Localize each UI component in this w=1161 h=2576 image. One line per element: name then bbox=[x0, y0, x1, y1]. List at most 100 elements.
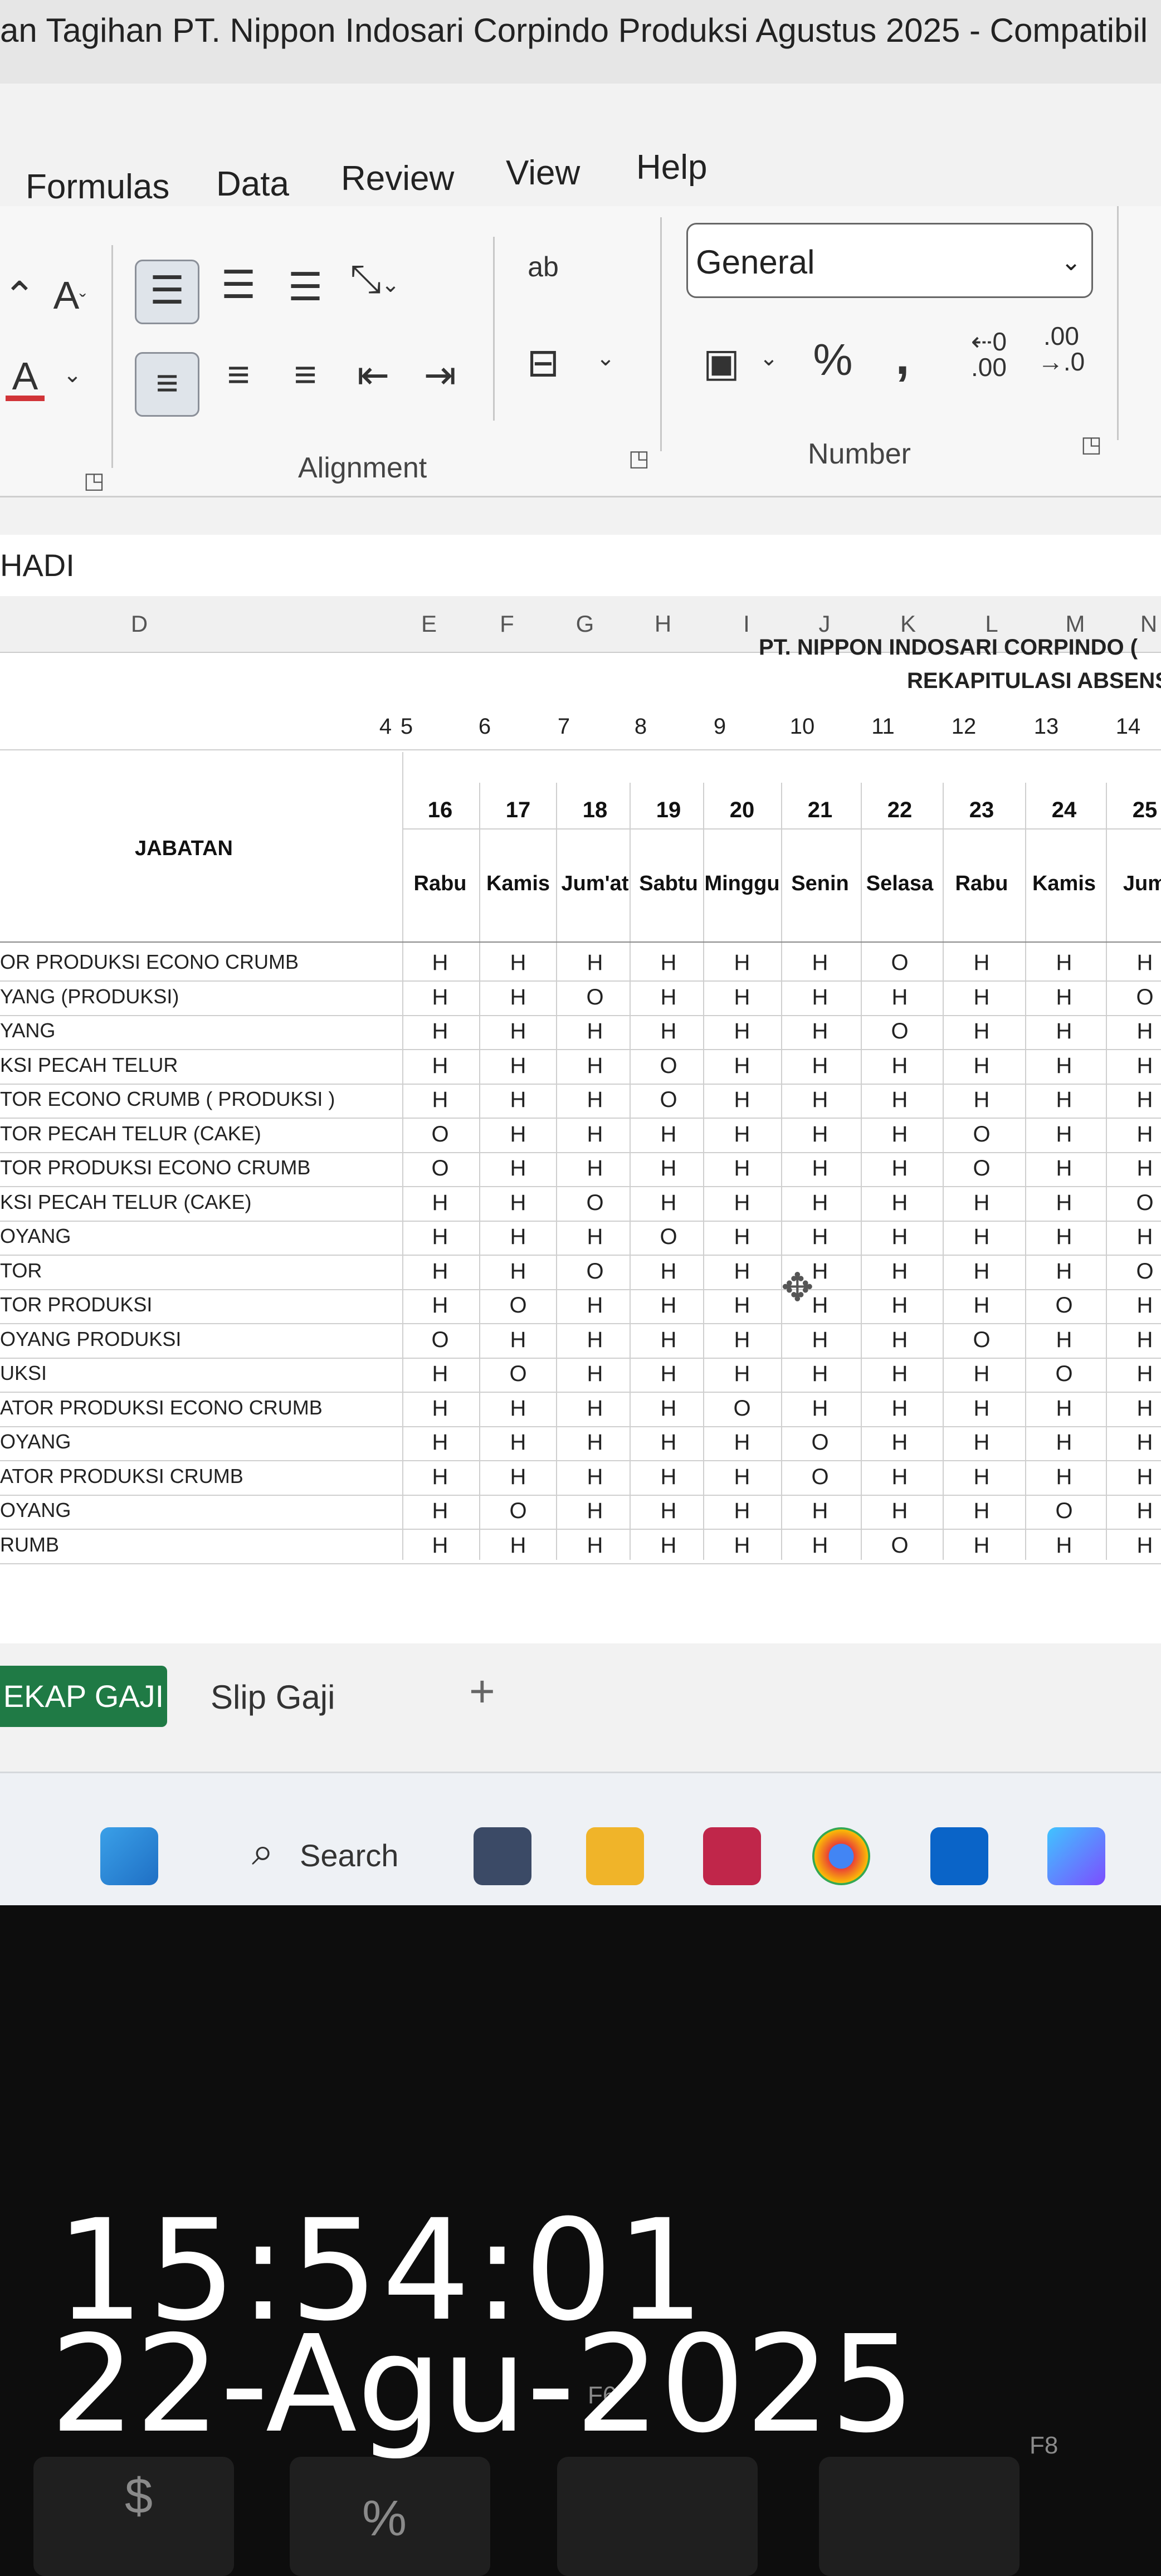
attendance-cell[interactable]: H bbox=[401, 1259, 479, 1284]
attendance-cell[interactable]: H bbox=[1025, 1396, 1103, 1421]
attendance-cell[interactable]: H bbox=[1025, 1019, 1103, 1044]
attendance-cell[interactable]: H bbox=[479, 1259, 557, 1284]
attendance-cell[interactable]: H bbox=[401, 1362, 479, 1387]
attendance-cell[interactable]: H bbox=[1106, 1122, 1161, 1147]
attendance-cell[interactable]: H bbox=[1106, 1087, 1161, 1113]
jabatan-cell[interactable]: TOR ECONO CRUMB ( PRODUKSI ) bbox=[0, 1087, 335, 1111]
attendance-cell[interactable]: H bbox=[703, 1191, 781, 1216]
attendance-cell[interactable]: H bbox=[479, 1328, 557, 1353]
attendance-cell[interactable]: O bbox=[781, 1430, 859, 1455]
chrome-icon[interactable] bbox=[812, 1827, 870, 1885]
attendance-cell[interactable]: H bbox=[401, 1087, 479, 1113]
tab-view[interactable]: View bbox=[506, 153, 580, 193]
attendance-cell[interactable]: H bbox=[1025, 1328, 1103, 1353]
align-left-icon[interactable]: ≡ bbox=[135, 352, 199, 417]
font-color-dropdown-icon[interactable]: ⌄ bbox=[61, 362, 84, 388]
attendance-cell[interactable]: O bbox=[401, 1328, 479, 1353]
attendance-cell[interactable]: H bbox=[556, 1224, 634, 1250]
attendance-cell[interactable]: H bbox=[703, 1053, 781, 1079]
attendance-cell[interactable]: H bbox=[556, 1396, 634, 1421]
day-cell[interactable]: Sabtu bbox=[630, 872, 708, 896]
attendance-cell[interactable]: O bbox=[1025, 1293, 1103, 1318]
jabatan-cell[interactable]: TOR bbox=[0, 1259, 42, 1282]
attendance-cell[interactable]: H bbox=[1106, 1328, 1161, 1353]
attendance-cell[interactable]: H bbox=[861, 1362, 939, 1387]
attendance-cell[interactable]: O bbox=[943, 1122, 1021, 1147]
attendance-cell[interactable]: H bbox=[401, 1053, 479, 1079]
attendance-cell[interactable]: H bbox=[1025, 985, 1103, 1010]
accounting-dropdown-icon[interactable]: ⌄ bbox=[758, 345, 780, 371]
attendance-cell[interactable]: H bbox=[943, 1362, 1021, 1387]
attendance-cell[interactable]: H bbox=[556, 1019, 634, 1044]
attendance-cell[interactable]: H bbox=[781, 1156, 859, 1181]
attendance-cell[interactable]: H bbox=[479, 1533, 557, 1558]
attendance-cell[interactable]: H bbox=[630, 1191, 708, 1216]
jabatan-cell[interactable]: OR PRODUKSI ECONO CRUMB bbox=[0, 950, 299, 974]
attendance-cell[interactable]: H bbox=[781, 985, 859, 1010]
attendance-cell[interactable]: O bbox=[479, 1293, 557, 1318]
attendance-cell[interactable]: H bbox=[556, 950, 634, 975]
attendance-cell[interactable]: H bbox=[703, 950, 781, 975]
attendance-cell[interactable]: H bbox=[556, 1293, 634, 1318]
attendance-cell[interactable]: H bbox=[1106, 1533, 1161, 1558]
day-cell[interactable]: Kamis bbox=[479, 872, 557, 896]
attendance-cell[interactable]: H bbox=[630, 1328, 708, 1353]
font-size-decrease-icon[interactable]: ⌃ bbox=[0, 273, 39, 319]
attendance-cell[interactable]: H bbox=[943, 1396, 1021, 1421]
attendance-cell[interactable]: H bbox=[861, 1259, 939, 1284]
attendance-cell[interactable]: H bbox=[1025, 1191, 1103, 1216]
attendance-cell[interactable]: H bbox=[943, 1053, 1021, 1079]
attendance-cell[interactable]: H bbox=[943, 1465, 1021, 1490]
attendance-cell[interactable]: H bbox=[1106, 950, 1161, 975]
jabatan-cell[interactable]: YANG bbox=[0, 1019, 55, 1042]
index-cell[interactable]: 14 bbox=[1111, 714, 1145, 739]
attendance-cell[interactable]: H bbox=[1025, 1465, 1103, 1490]
jabatan-cell[interactable]: YANG (PRODUKSI) bbox=[0, 985, 179, 1008]
attendance-cell[interactable]: H bbox=[479, 1156, 557, 1181]
attendance-cell[interactable]: H bbox=[861, 1191, 939, 1216]
attendance-cell[interactable]: H bbox=[1025, 1259, 1103, 1284]
attendance-cell[interactable]: H bbox=[556, 1122, 634, 1147]
jabatan-cell[interactable]: KSI PECAH TELUR (CAKE) bbox=[0, 1191, 251, 1214]
index-cell[interactable]: 11 bbox=[866, 714, 900, 739]
attendance-cell[interactable]: H bbox=[781, 1499, 859, 1524]
attendance-cell[interactable]: H bbox=[943, 1293, 1021, 1318]
attendance-cell[interactable]: H bbox=[479, 1224, 557, 1250]
attendance-cell[interactable]: H bbox=[943, 1533, 1021, 1558]
attendance-cell[interactable]: H bbox=[943, 1087, 1021, 1113]
attendance-cell[interactable]: H bbox=[943, 1259, 1021, 1284]
attendance-cell[interactable]: H bbox=[781, 1019, 859, 1044]
column-header[interactable]: E bbox=[401, 599, 457, 649]
day-cell[interactable]: Kamis bbox=[1025, 872, 1103, 896]
attendance-cell[interactable]: H bbox=[861, 1499, 939, 1524]
attendance-cell[interactable]: H bbox=[479, 1191, 557, 1216]
attendance-cell[interactable]: O bbox=[1106, 985, 1161, 1010]
column-header[interactable]: F bbox=[479, 599, 535, 649]
day-cell[interactable]: Jum bbox=[1106, 872, 1161, 896]
attendance-cell[interactable]: H bbox=[1106, 1156, 1161, 1181]
attendance-cell[interactable]: H bbox=[943, 1191, 1021, 1216]
attendance-cell[interactable]: O bbox=[630, 1087, 708, 1113]
jabatan-cell[interactable]: TOR PRODUKSI ECONO CRUMB bbox=[0, 1156, 310, 1179]
date-cell[interactable]: 24 bbox=[1025, 798, 1103, 823]
attendance-cell[interactable]: H bbox=[781, 1122, 859, 1147]
jabatan-cell[interactable]: TOR PRODUKSI bbox=[0, 1293, 152, 1316]
attendance-cell[interactable]: O bbox=[1106, 1259, 1161, 1284]
orientation-icon[interactable]: ⤡⌄ bbox=[344, 256, 406, 302]
attendance-cell[interactable]: O bbox=[630, 1224, 708, 1250]
attendance-cell[interactable]: H bbox=[630, 1019, 708, 1044]
attendance-cell[interactable]: H bbox=[630, 1396, 708, 1421]
attendance-cell[interactable]: H bbox=[943, 1499, 1021, 1524]
attendance-cell[interactable]: H bbox=[401, 1533, 479, 1558]
jabatan-header[interactable]: JABATAN bbox=[72, 837, 295, 861]
attendance-cell[interactable]: H bbox=[1106, 1224, 1161, 1250]
attendance-cell[interactable]: H bbox=[861, 1087, 939, 1113]
attendance-cell[interactable]: H bbox=[781, 950, 859, 975]
attendance-cell[interactable]: H bbox=[1025, 1087, 1103, 1113]
attendance-cell[interactable]: H bbox=[401, 1224, 479, 1250]
attendance-cell[interactable]: H bbox=[703, 1019, 781, 1044]
attendance-cell[interactable]: H bbox=[630, 1465, 708, 1490]
add-sheet-button[interactable]: + bbox=[469, 1666, 495, 1717]
attendance-cell[interactable]: O bbox=[861, 1533, 939, 1558]
attendance-cell[interactable]: H bbox=[943, 1224, 1021, 1250]
